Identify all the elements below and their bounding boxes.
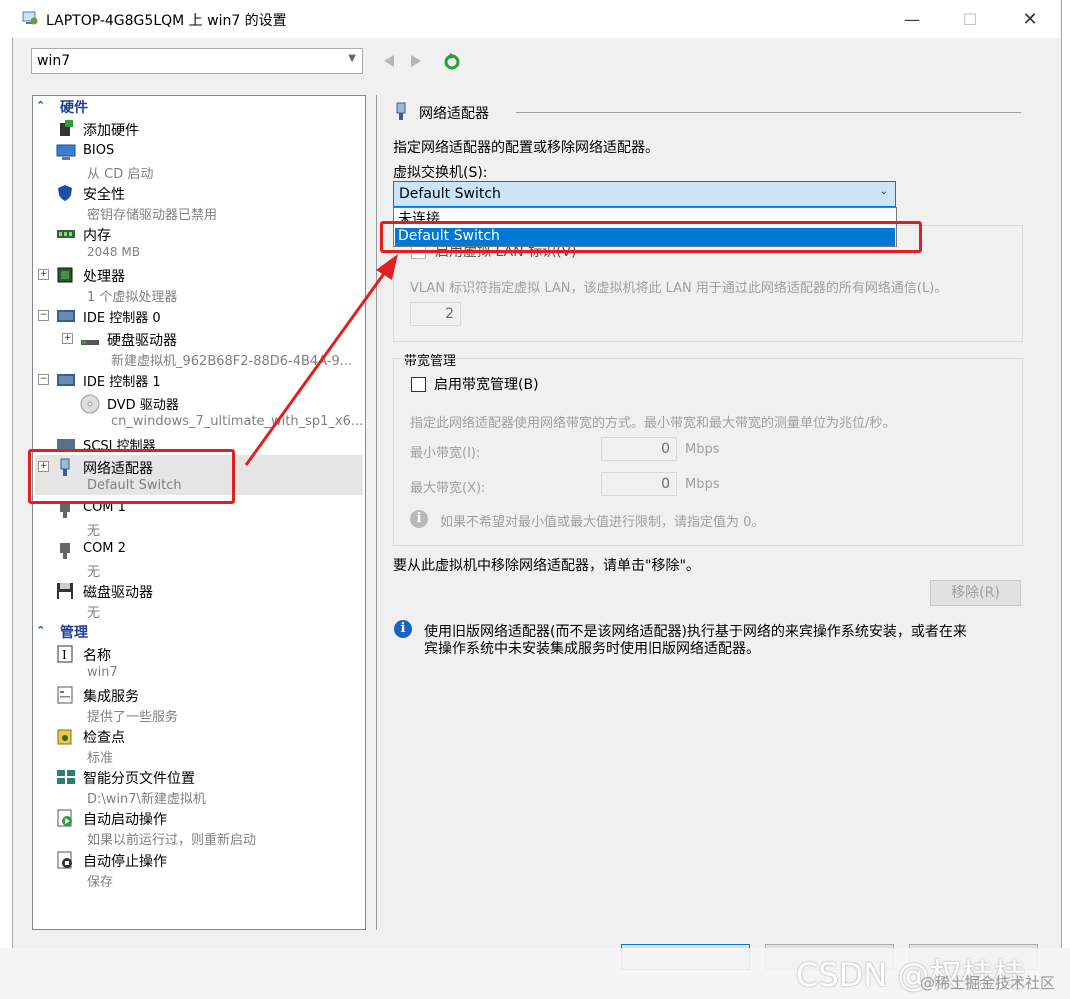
annotation-arrow <box>244 254 398 466</box>
watermark-sub: @稀土掘金技术社区 <box>920 974 1056 992</box>
